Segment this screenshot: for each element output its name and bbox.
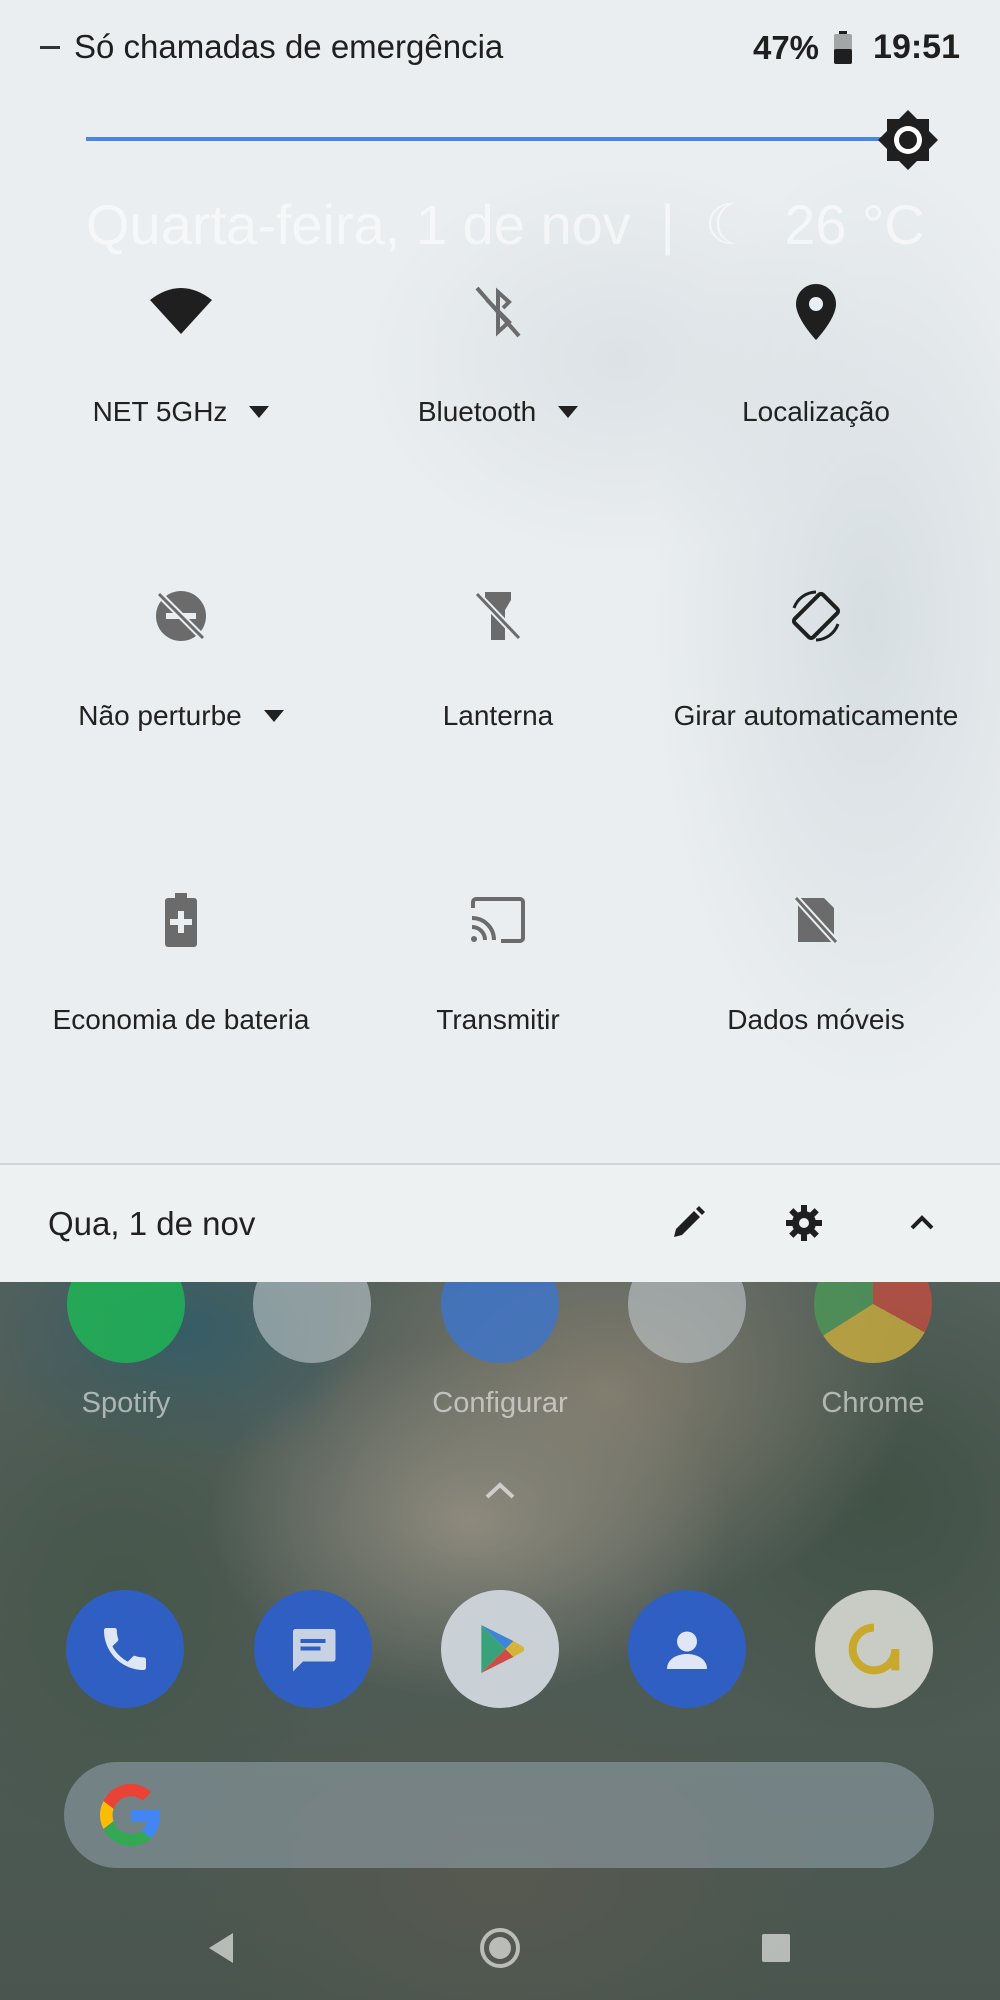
tile-label-text: Bluetooth (417, 396, 537, 427)
tile-label: Girar automaticamente (651, 700, 981, 732)
tile-label-text: Transmitir (436, 1004, 560, 1035)
app-label: Spotify (81, 1387, 171, 1419)
tile-label: Transmitir (333, 1004, 663, 1036)
flashlight-off-icon (464, 582, 532, 650)
tile-label-text: Lanterna (442, 700, 554, 731)
tile-location[interactable]: Localização (651, 278, 981, 428)
dropdown-caret-icon[interactable] (263, 710, 284, 722)
tile-label: Dados móveis (651, 1004, 981, 1036)
footer-date: Qua, 1 de nov (48, 1205, 256, 1242)
ghost-separator: | (660, 193, 675, 256)
do-not-disturb-off-icon (147, 582, 215, 650)
recents-icon[interactable] (751, 1923, 801, 1973)
tile-label: Economia de bateria (16, 1004, 346, 1036)
tile-label: Bluetooth (333, 396, 663, 428)
tile-label-text: Girar automaticamente (673, 700, 959, 731)
tile-label-text: Dados móveis (727, 1004, 905, 1035)
tile-label-text: Economia de bateria (52, 1004, 310, 1035)
status-left: Só chamadas de emergência (40, 28, 503, 66)
tile-do-not-disturb[interactable]: Não perturbe (16, 582, 346, 732)
tile-label-text: NET 5GHz (92, 396, 228, 427)
home-icon[interactable] (475, 1923, 525, 1973)
ghost-temp: 26 °C (784, 193, 925, 256)
ghost-date: Quarta-feira, 1 de nov (86, 193, 631, 256)
status-right: 47% 19:51 (753, 28, 960, 67)
location-icon (782, 278, 850, 346)
clock: 19:51 (873, 28, 960, 66)
cast-icon (464, 886, 532, 954)
phone-icon[interactable] (66, 1590, 184, 1708)
app-label: Configurar (432, 1387, 568, 1419)
auto-rotate-icon (782, 582, 850, 650)
dropdown-caret-icon[interactable] (558, 406, 579, 418)
tile-label-text: Localização (742, 396, 890, 427)
back-icon[interactable] (197, 1923, 247, 1973)
tile-auto-rotate[interactable]: Girar automaticamente (651, 582, 981, 732)
tile-flashlight[interactable]: Lanterna (333, 582, 663, 732)
allo-icon[interactable] (815, 1590, 933, 1708)
brightness-icon[interactable] (878, 110, 938, 170)
quick-settings-panel: Só chamadas de emergência 47% 19:51 Quar… (0, 0, 1000, 1282)
tile-label: NET 5GHz (16, 396, 346, 428)
navigation-bar (0, 1895, 1000, 2000)
bluetooth-off-icon (464, 278, 532, 346)
google-g-icon (100, 1784, 161, 1846)
tile-label: Não perturbe (16, 700, 346, 732)
tile-label-text: Não perturbe (78, 700, 242, 731)
ghost-date-weather: Quarta-feira, 1 de nov | ☾ 26 °C (86, 192, 925, 258)
wifi-icon (147, 278, 215, 346)
tile-battery-saver[interactable]: Economia de bateria (16, 886, 346, 1036)
brightness-slider[interactable] (86, 110, 946, 188)
tile-cast[interactable]: Transmitir (333, 886, 663, 1036)
battery-icon (834, 30, 853, 64)
gear-icon[interactable] (784, 1203, 824, 1243)
battery-percent: 47% (752, 28, 820, 66)
battery-saver-icon (147, 886, 215, 954)
play-store-icon[interactable] (441, 1590, 559, 1708)
dropdown-caret-icon[interactable] (249, 406, 270, 418)
tile-mobile-data[interactable]: Dados móveis (651, 886, 981, 1036)
no-sim-icon (782, 886, 850, 954)
chevron-up-icon[interactable] (902, 1203, 942, 1243)
status-bar: Só chamadas de emergência 47% 19:51 (0, 0, 1000, 100)
google-search-bar[interactable] (64, 1762, 934, 1868)
tile-label: Localização (651, 396, 981, 428)
quick-settings-footer: Qua, 1 de nov (0, 1165, 1000, 1282)
tile-wifi[interactable]: NET 5GHz (16, 278, 346, 428)
tile-label: Lanterna (333, 700, 663, 732)
messages-icon[interactable] (254, 1590, 372, 1708)
contacts-icon[interactable] (628, 1590, 746, 1708)
moon-icon: ☾ (704, 193, 755, 256)
app-drawer-chevron-icon[interactable] (484, 1480, 516, 1500)
tile-bluetooth[interactable]: Bluetooth (333, 278, 663, 428)
brightness-track[interactable] (86, 137, 886, 141)
carrier-status-text: Só chamadas de emergência (74, 28, 504, 65)
app-label: Chrome (821, 1387, 925, 1419)
edit-icon[interactable] (668, 1203, 708, 1243)
signal-icon (40, 45, 60, 49)
dock (0, 1590, 1000, 1710)
